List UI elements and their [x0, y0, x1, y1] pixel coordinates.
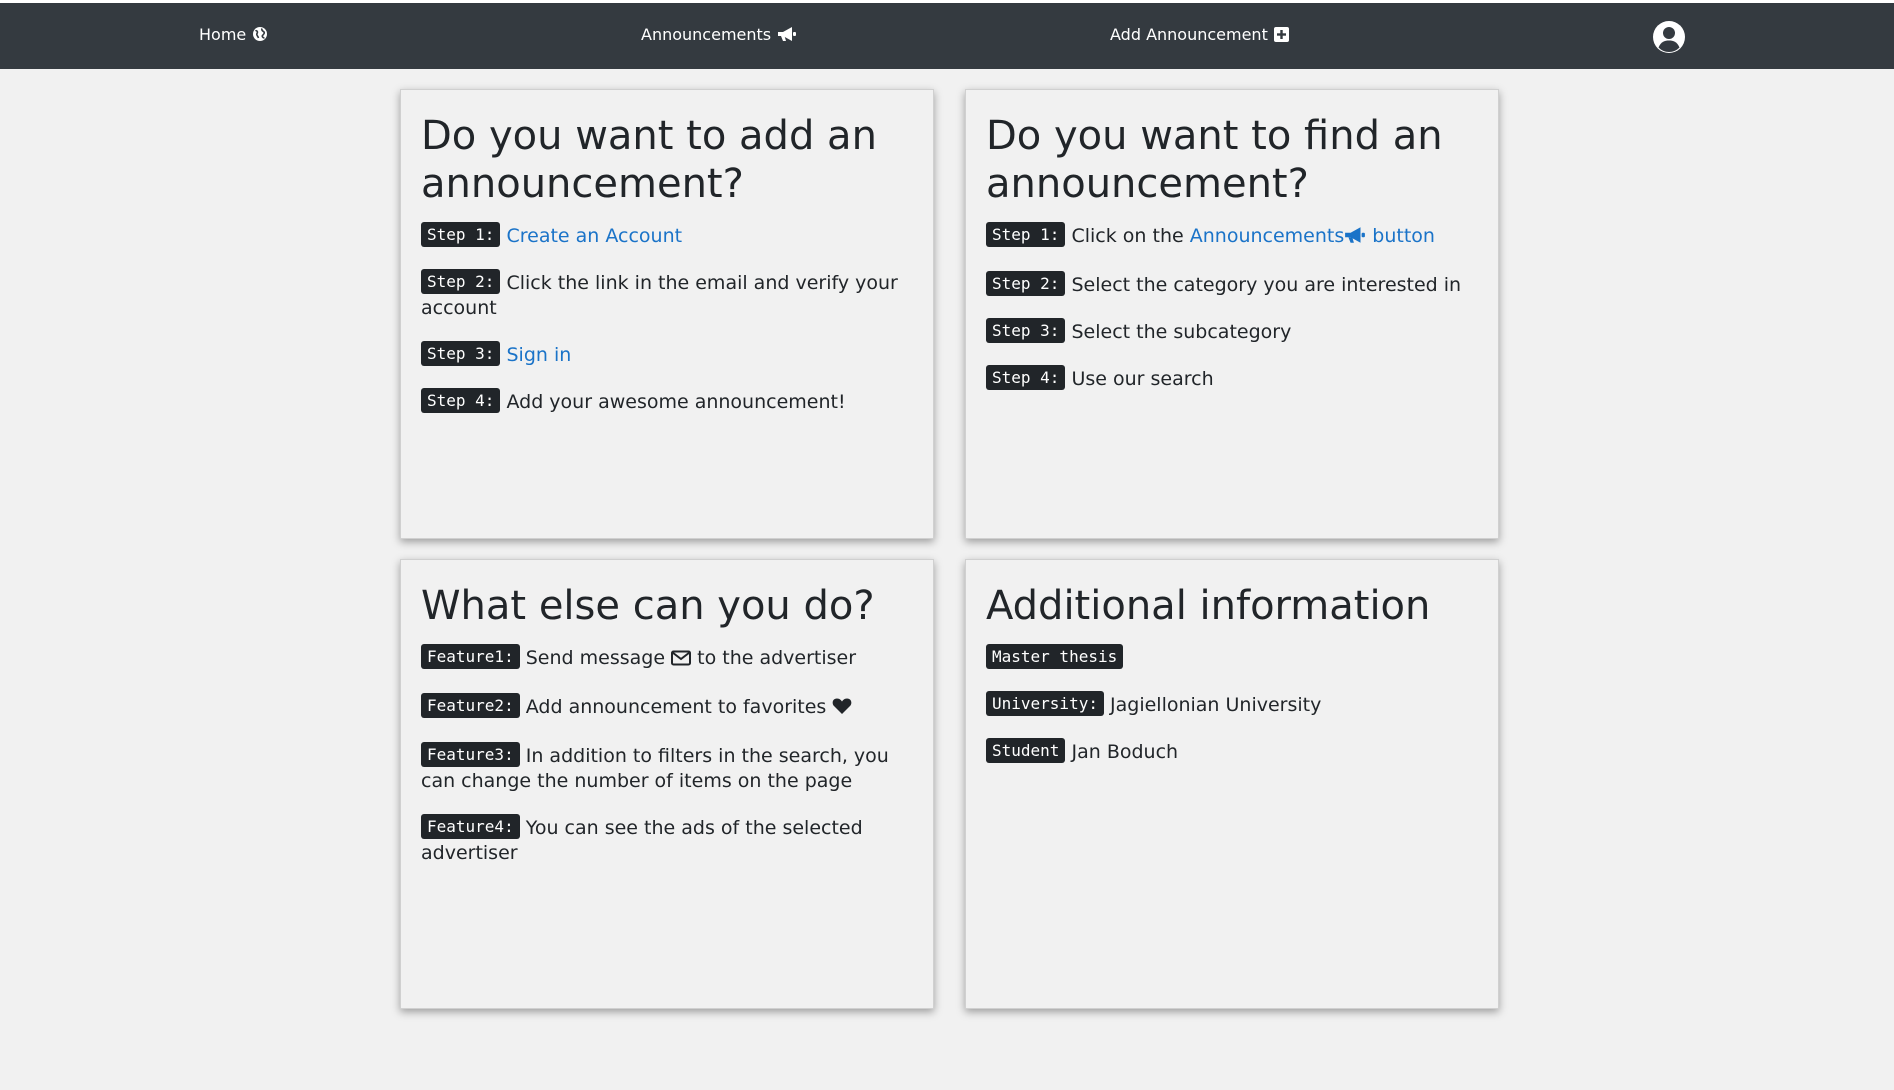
feature-badge: Feature1:: [421, 644, 520, 669]
info-badge: Master thesis: [986, 644, 1124, 669]
step-item: Step 1: Create an Account: [421, 222, 913, 249]
step-item: Step 4: Add your awesome announcement!: [421, 388, 913, 415]
feature-item: Feature3: In addition to filters in the …: [421, 742, 913, 794]
nav-home-label: Home: [199, 24, 247, 44]
find-announcement-card: Do you want to find an announcement? Ste…: [965, 89, 1499, 539]
feature-item: Feature4: You can see the ads of the sel…: [421, 814, 913, 866]
step-badge: Step 3:: [986, 318, 1066, 343]
step-item: Step 3: Sign in: [421, 341, 913, 368]
step-badge: Step 3:: [421, 341, 501, 366]
sign-in-link[interactable]: Sign in: [506, 344, 571, 366]
feature-text-before: Send message: [525, 647, 666, 669]
announcements-button-link[interactable]: Announcements button: [1190, 225, 1435, 247]
step-text: Click on the: [1071, 225, 1184, 247]
card-title: Additional information: [986, 583, 1431, 629]
nav-home-link[interactable]: Home: [199, 3, 268, 65]
step-badge: Step 4:: [421, 388, 501, 413]
info-item: Master thesis: [986, 644, 1478, 671]
feature-item: Feature2: Add announcement to favorites: [421, 693, 913, 722]
top-navbar: Home Announcements Add Announcement: [0, 3, 1894, 69]
plus-square-icon: [1273, 26, 1289, 42]
nav-add-announcement-link[interactable]: Add Announcement: [1110, 3, 1289, 65]
step-item: Step 2: Click the link in the email and …: [421, 269, 913, 321]
feature-badge: Feature2:: [421, 693, 520, 718]
step-item: Step 4: Use our search: [986, 365, 1478, 392]
globe-icon: [252, 26, 268, 42]
user-circle-icon: [1653, 21, 1685, 53]
feature-text: Add announcement to favorites: [525, 696, 827, 718]
info-item: Student Jan Boduch: [986, 738, 1478, 765]
nav-announcements-label: Announcements: [641, 24, 772, 44]
info-text: Jagiellonian University: [1110, 694, 1322, 716]
info-badge: University:: [986, 691, 1104, 716]
additional-info-card: Additional information Master thesis Uni…: [965, 559, 1499, 1009]
feature-item: Feature1: Send message to the advertiser: [421, 644, 913, 673]
step-item: Step 1: Click on the Announcements butto…: [986, 222, 1478, 251]
feature-badge: Feature3:: [421, 742, 520, 767]
step-item: Step 3: Select the subcategory: [986, 318, 1478, 345]
step-text: Select the category you are interested i…: [1071, 274, 1462, 296]
step-text: Add your awesome announcement!: [506, 391, 846, 413]
user-avatar-button[interactable]: [1652, 20, 1686, 54]
feature-text-after: to the advertiser: [697, 647, 857, 669]
card-title: Do you want to add an announcement?: [421, 113, 877, 207]
create-account-link[interactable]: Create an Account: [506, 225, 682, 247]
step-text: Select the subcategory: [1071, 321, 1292, 343]
features-card: What else can you do? Feature1: Send mes…: [400, 559, 934, 1009]
step-badge: Step 2:: [986, 271, 1066, 296]
step-badge: Step 1:: [421, 222, 501, 247]
step-item: Step 2: Select the category you are inte…: [986, 271, 1478, 298]
add-announcement-card: Do you want to add an announcement? Step…: [400, 89, 934, 539]
info-badge: Student: [986, 738, 1066, 763]
card-title: What else can you do?: [421, 583, 875, 629]
feature-badge: Feature4:: [421, 814, 520, 839]
step-badge: Step 4:: [986, 365, 1066, 390]
nav-announcements-link[interactable]: Announcements: [641, 3, 797, 65]
step-badge: Step 1:: [986, 222, 1066, 247]
announcements-link-suffix: button: [1372, 225, 1435, 247]
announcements-link-label: Announcements: [1189, 225, 1345, 247]
megaphone-icon: [777, 26, 797, 42]
heart-icon: [832, 697, 852, 722]
envelope-icon: [671, 648, 692, 673]
step-badge: Step 2:: [421, 269, 501, 294]
info-text: Jan Boduch: [1071, 741, 1179, 763]
card-title: Do you want to find an announcement?: [986, 113, 1443, 207]
nav-add-announcement-label: Add Announcement: [1110, 24, 1268, 44]
step-text: Use our search: [1071, 368, 1214, 390]
megaphone-icon: [1344, 226, 1366, 251]
info-item: University: Jagiellonian University: [986, 691, 1478, 718]
